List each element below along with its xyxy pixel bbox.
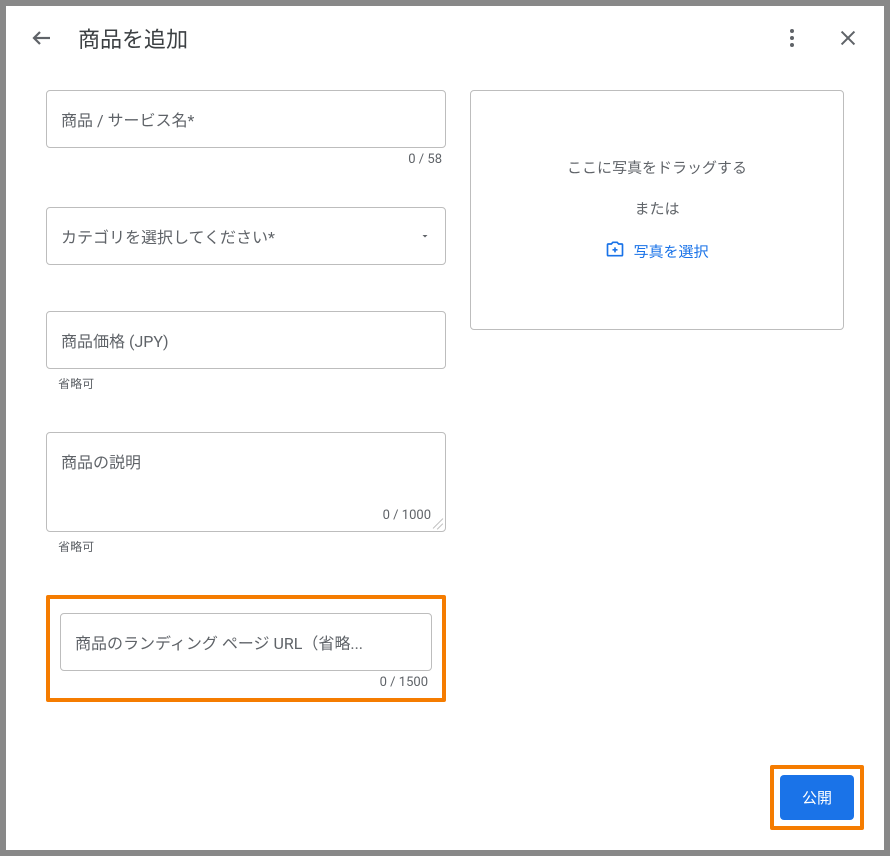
- dialog-header: 商品を追加: [6, 6, 884, 70]
- landing-url-input[interactable]: 商品のランディング ページ URL（省略...: [60, 613, 432, 671]
- photo-drop-zone[interactable]: ここに写真をドラッグする または 写真を選択: [470, 90, 844, 330]
- placeholder-text: 商品価格 (JPY): [61, 328, 169, 352]
- or-text: または: [634, 198, 679, 219]
- resize-handle-icon[interactable]: [429, 515, 443, 529]
- more-vert-icon[interactable]: [772, 18, 812, 58]
- publish-highlight: 公開: [770, 765, 864, 830]
- chevron-down-icon: [419, 227, 431, 246]
- publish-button[interactable]: 公開: [780, 775, 854, 820]
- char-counter: 0 / 58: [46, 152, 446, 167]
- product-name-input[interactable]: 商品 / サービス名*: [46, 90, 446, 148]
- select-photo-button[interactable]: 写真を選択: [605, 239, 708, 263]
- camera-add-icon: [605, 239, 625, 263]
- select-photo-label: 写真を選択: [633, 241, 708, 262]
- description-group: 商品の説明 0 / 1000 省略可: [46, 432, 446, 555]
- char-counter: 0 / 1000: [61, 508, 431, 523]
- price-input[interactable]: 商品価格 (JPY): [46, 311, 446, 369]
- placeholder-text: 商品 / サービス名*: [61, 107, 194, 131]
- url-highlight: 商品のランディング ページ URL（省略... 0 / 1500: [46, 595, 446, 702]
- dialog-title: 商品を追加: [78, 22, 756, 54]
- close-icon[interactable]: [828, 18, 868, 58]
- placeholder-text: 商品の説明: [61, 449, 431, 473]
- photo-column: ここに写真をドラッグする または 写真を選択: [470, 90, 844, 330]
- placeholder-text: カテゴリを選択してください*: [61, 224, 275, 248]
- form-column: 商品 / サービス名* 0 / 58 カテゴリを選択してください* 商品価格 (…: [46, 90, 446, 702]
- add-product-dialog: 商品を追加 商品 / サービス名* 0 / 58 カテゴリを選択してください*: [6, 6, 884, 850]
- placeholder-text: 商品のランディング ページ URL（省略...: [75, 630, 363, 654]
- dialog-footer: 公開: [6, 755, 884, 850]
- price-group: 商品価格 (JPY) 省略可: [46, 311, 446, 392]
- category-select[interactable]: カテゴリを選択してください*: [46, 207, 446, 265]
- char-counter: 0 / 1500: [60, 675, 432, 690]
- helper-text: 省略可: [46, 375, 446, 392]
- back-icon[interactable]: [22, 18, 62, 58]
- product-name-group: 商品 / サービス名* 0 / 58: [46, 90, 446, 167]
- description-textarea[interactable]: 商品の説明 0 / 1000: [46, 432, 446, 532]
- helper-text: 省略可: [46, 538, 446, 555]
- dialog-content: 商品 / サービス名* 0 / 58 カテゴリを選択してください* 商品価格 (…: [6, 70, 884, 755]
- drag-text: ここに写真をドラッグする: [567, 157, 747, 178]
- category-group: カテゴリを選択してください*: [46, 207, 446, 265]
